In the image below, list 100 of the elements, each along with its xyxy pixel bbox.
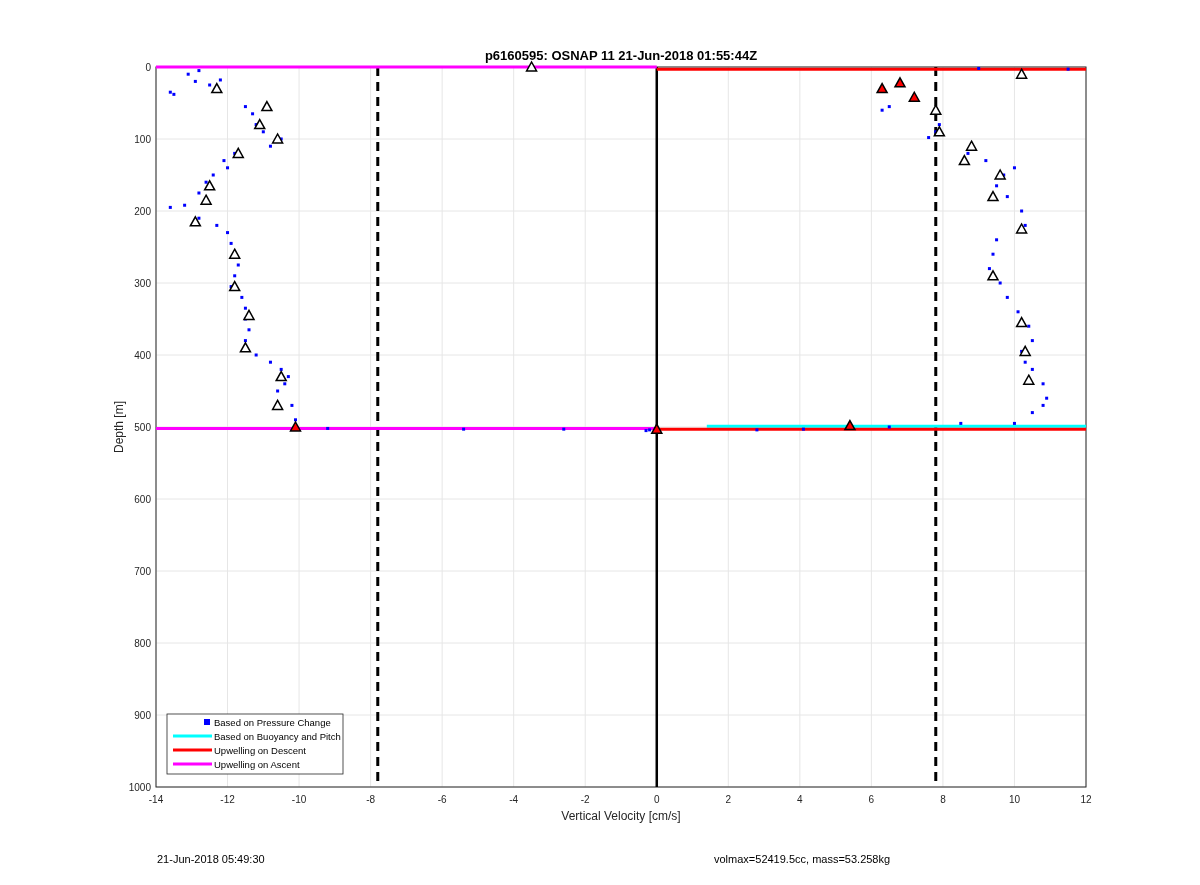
x-axis-label: Vertical Velocity [cm/s] — [561, 809, 681, 823]
triangle-marker — [965, 139, 978, 151]
data-point — [326, 426, 330, 430]
volume-mass-text: volmax=52419.5cc, mass=53.258kg — [714, 853, 891, 865]
data-point — [1023, 360, 1027, 364]
x-tick-label: -14 — [148, 794, 164, 805]
triangle-marker — [933, 125, 946, 137]
data-point — [998, 281, 1002, 285]
data-point — [977, 66, 981, 70]
triangle-marker — [242, 308, 256, 321]
data-point — [1066, 67, 1070, 71]
triangle-marker — [289, 420, 302, 432]
y-axis-label: Depth [m] — [112, 401, 126, 453]
data-point — [226, 166, 230, 170]
data-point — [880, 108, 884, 112]
triangle-marker — [271, 398, 284, 411]
data-point — [286, 375, 290, 379]
data-point — [887, 425, 891, 429]
data-point — [268, 144, 272, 148]
triangle-marker — [1015, 67, 1028, 79]
legend-label: Based on Pressure Change — [214, 717, 331, 728]
timestamp-text: 21-Jun-2018 05:49:30 — [157, 853, 265, 865]
data-point — [1005, 195, 1009, 199]
data-point — [261, 130, 265, 134]
data-point — [218, 78, 222, 82]
data-point — [183, 203, 187, 207]
x-tick-label: -6 — [437, 794, 447, 805]
data-point — [966, 151, 970, 155]
legend-swatch — [173, 762, 212, 766]
data-point — [1005, 295, 1009, 299]
triangle-marker — [893, 76, 907, 88]
data-point — [1020, 209, 1024, 213]
triangle-marker — [986, 269, 1000, 281]
data-point — [243, 306, 247, 310]
data-point — [229, 285, 233, 289]
data-point — [279, 367, 283, 371]
data-point — [887, 105, 891, 109]
triangle-marker — [228, 247, 241, 259]
data-point — [1023, 223, 1027, 227]
x-tick-label: -4 — [509, 794, 519, 805]
triangle-marker — [232, 146, 245, 159]
data-point — [562, 427, 566, 431]
triangle-marker — [199, 193, 213, 205]
data-point — [1012, 421, 1016, 425]
triangle-marker — [189, 215, 202, 227]
triangle-marker — [274, 370, 288, 382]
y-tick-label: 200 — [134, 206, 151, 217]
triangle-marker — [1015, 222, 1028, 234]
data-point — [462, 427, 466, 431]
x-tick-label: 12 — [1080, 794, 1092, 805]
y-tick-label: 600 — [134, 494, 151, 505]
y-tick-label: 700 — [134, 566, 151, 577]
triangle-marker — [843, 419, 857, 431]
data-point — [254, 123, 258, 127]
triangle-marker — [1015, 316, 1028, 328]
data-point — [243, 105, 247, 109]
data-point — [215, 223, 219, 227]
triangle-marker — [650, 422, 664, 434]
x-tick-label: 2 — [725, 794, 732, 805]
data-point — [755, 428, 759, 432]
legend-label: Upwelling on Descent — [214, 745, 306, 756]
data-point — [254, 353, 258, 357]
triangle-marker — [908, 90, 921, 102]
triangle-marker — [239, 341, 252, 353]
data-point — [226, 231, 230, 235]
legend-label: Based on Buoyancy and Pitch — [214, 731, 341, 742]
data-point — [197, 191, 201, 195]
x-tick-label: 0 — [654, 794, 660, 805]
legend-swatch — [173, 748, 212, 752]
data-point — [1027, 324, 1031, 328]
y-tick-label: 100 — [134, 134, 151, 145]
x-tick-label: -2 — [580, 794, 590, 805]
y-tick-label: 300 — [134, 278, 151, 289]
triangle-marker — [203, 179, 216, 191]
data-point — [222, 159, 226, 163]
data-point — [927, 136, 931, 140]
data-point — [959, 421, 963, 425]
data-point — [247, 328, 251, 332]
triangle-marker — [210, 82, 224, 94]
data-point — [801, 427, 805, 431]
triangle-marker — [260, 100, 274, 112]
data-point — [290, 403, 294, 407]
data-point — [204, 180, 208, 184]
data-point — [240, 295, 244, 299]
data-point — [987, 267, 991, 271]
y-tick-label: 1000 — [128, 782, 151, 793]
x-tick-label: 10 — [1008, 794, 1020, 805]
x-tick-label: -10 — [291, 794, 307, 805]
data-point — [1020, 349, 1024, 353]
y-tick-label: 0 — [145, 62, 151, 73]
triangle-marker — [993, 168, 1007, 180]
data-point — [1041, 403, 1045, 407]
data-point — [1030, 367, 1034, 371]
data-point — [268, 360, 272, 364]
y-tick-label: 900 — [134, 710, 151, 721]
triangle-marker — [986, 190, 1000, 202]
data-point — [937, 123, 941, 127]
data-point — [197, 69, 201, 73]
data-point — [1012, 166, 1016, 170]
triangle-marker — [958, 154, 971, 166]
